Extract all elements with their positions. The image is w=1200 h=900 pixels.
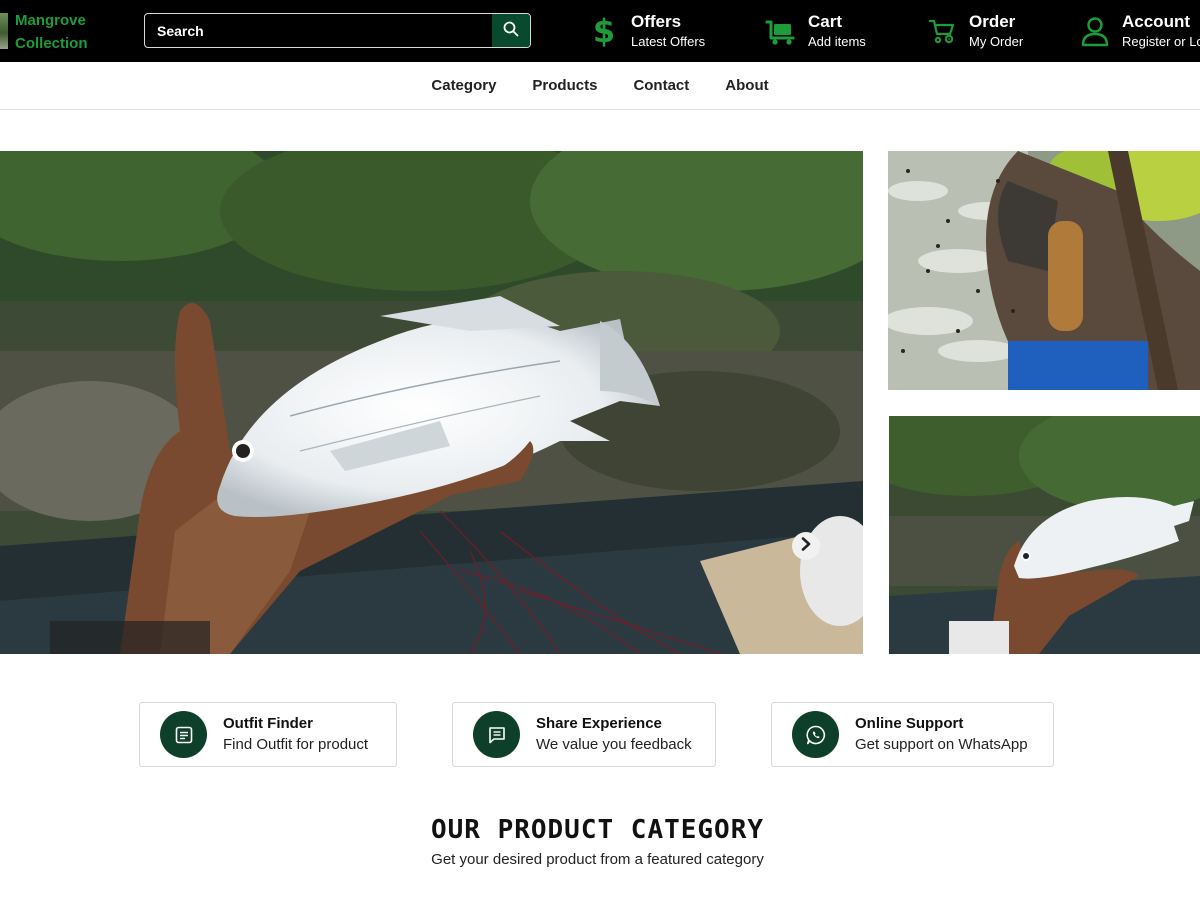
order-cart-icon — [925, 14, 959, 48]
dollar-icon: $ — [587, 14, 621, 48]
section-subtitle: Get your desired product from a featured… — [431, 851, 764, 868]
user-icon — [1078, 14, 1112, 48]
feature-title: Online Support — [855, 714, 964, 732]
main-nav: Category Products Contact About — [0, 62, 1200, 110]
offers-link[interactable]: $ Offers Latest Offers — [587, 0, 705, 62]
order-link[interactable]: Order My Order — [925, 0, 1023, 62]
nav-category[interactable]: Category — [413, 77, 514, 94]
order-subtitle: My Order — [969, 34, 1024, 49]
feature-subtitle: Get support on WhatsApp — [855, 735, 1028, 753]
feature-subtitle: We value you feedback — [536, 735, 692, 753]
nav-about[interactable]: About — [707, 77, 786, 94]
top-header: Mangrove Collection $ Offers Latest Offe… — [0, 0, 1200, 62]
account-title: Account — [1122, 12, 1190, 31]
nav-contact[interactable]: Contact — [615, 77, 707, 94]
feature-share-experience[interactable]: Share Experience We value you feedback — [452, 702, 716, 767]
order-title: Order — [969, 12, 1016, 31]
svg-text:$: $ — [593, 14, 615, 48]
logo-image[interactable] — [0, 13, 8, 49]
feature-title: Outfit Finder — [223, 714, 313, 732]
search-input[interactable] — [145, 14, 493, 47]
feature-online-support[interactable]: Online Support Get support on WhatsApp — [771, 702, 1054, 767]
carousel-next-button[interactable] — [792, 532, 820, 560]
offers-title: Offers — [631, 12, 682, 31]
offers-subtitle: Latest Offers — [631, 34, 706, 49]
cart-icon — [764, 14, 798, 48]
brand-line-2: Collection — [15, 35, 88, 52]
nav-products[interactable]: Products — [514, 77, 615, 94]
section-title: OUR PRODUCT CATEGORY — [430, 815, 765, 845]
document-icon — [160, 711, 207, 758]
side-banner-bottom[interactable] — [889, 416, 1200, 654]
account-subtitle: Register or Login — [1122, 34, 1200, 49]
feature-title: Share Experience — [536, 714, 662, 732]
whatsapp-icon — [792, 711, 839, 758]
side-banner-top[interactable] — [888, 151, 1200, 390]
carousel-slide-image — [0, 151, 863, 654]
hero-carousel[interactable] — [0, 151, 863, 654]
cart-subtitle: Add items — [808, 34, 866, 49]
chevron-right-icon — [800, 536, 812, 556]
feature-outfit-finder[interactable]: Outfit Finder Find Outfit for product — [139, 702, 397, 767]
fish-catch-image — [889, 416, 1200, 654]
search-bar — [144, 13, 531, 48]
cart-title: Cart — [808, 12, 843, 31]
search-icon — [503, 21, 519, 40]
brand-line-1: Mangrove — [15, 12, 86, 29]
feature-subtitle: Find Outfit for product — [223, 735, 369, 753]
cart-link[interactable]: Cart Add items — [764, 0, 866, 62]
honey-harvest-image — [888, 151, 1200, 390]
brand-logo[interactable]: Mangrove Collection — [15, 9, 88, 55]
search-button[interactable] — [492, 14, 530, 47]
account-link[interactable]: Account Register or Login — [1078, 0, 1200, 62]
message-icon — [473, 711, 520, 758]
